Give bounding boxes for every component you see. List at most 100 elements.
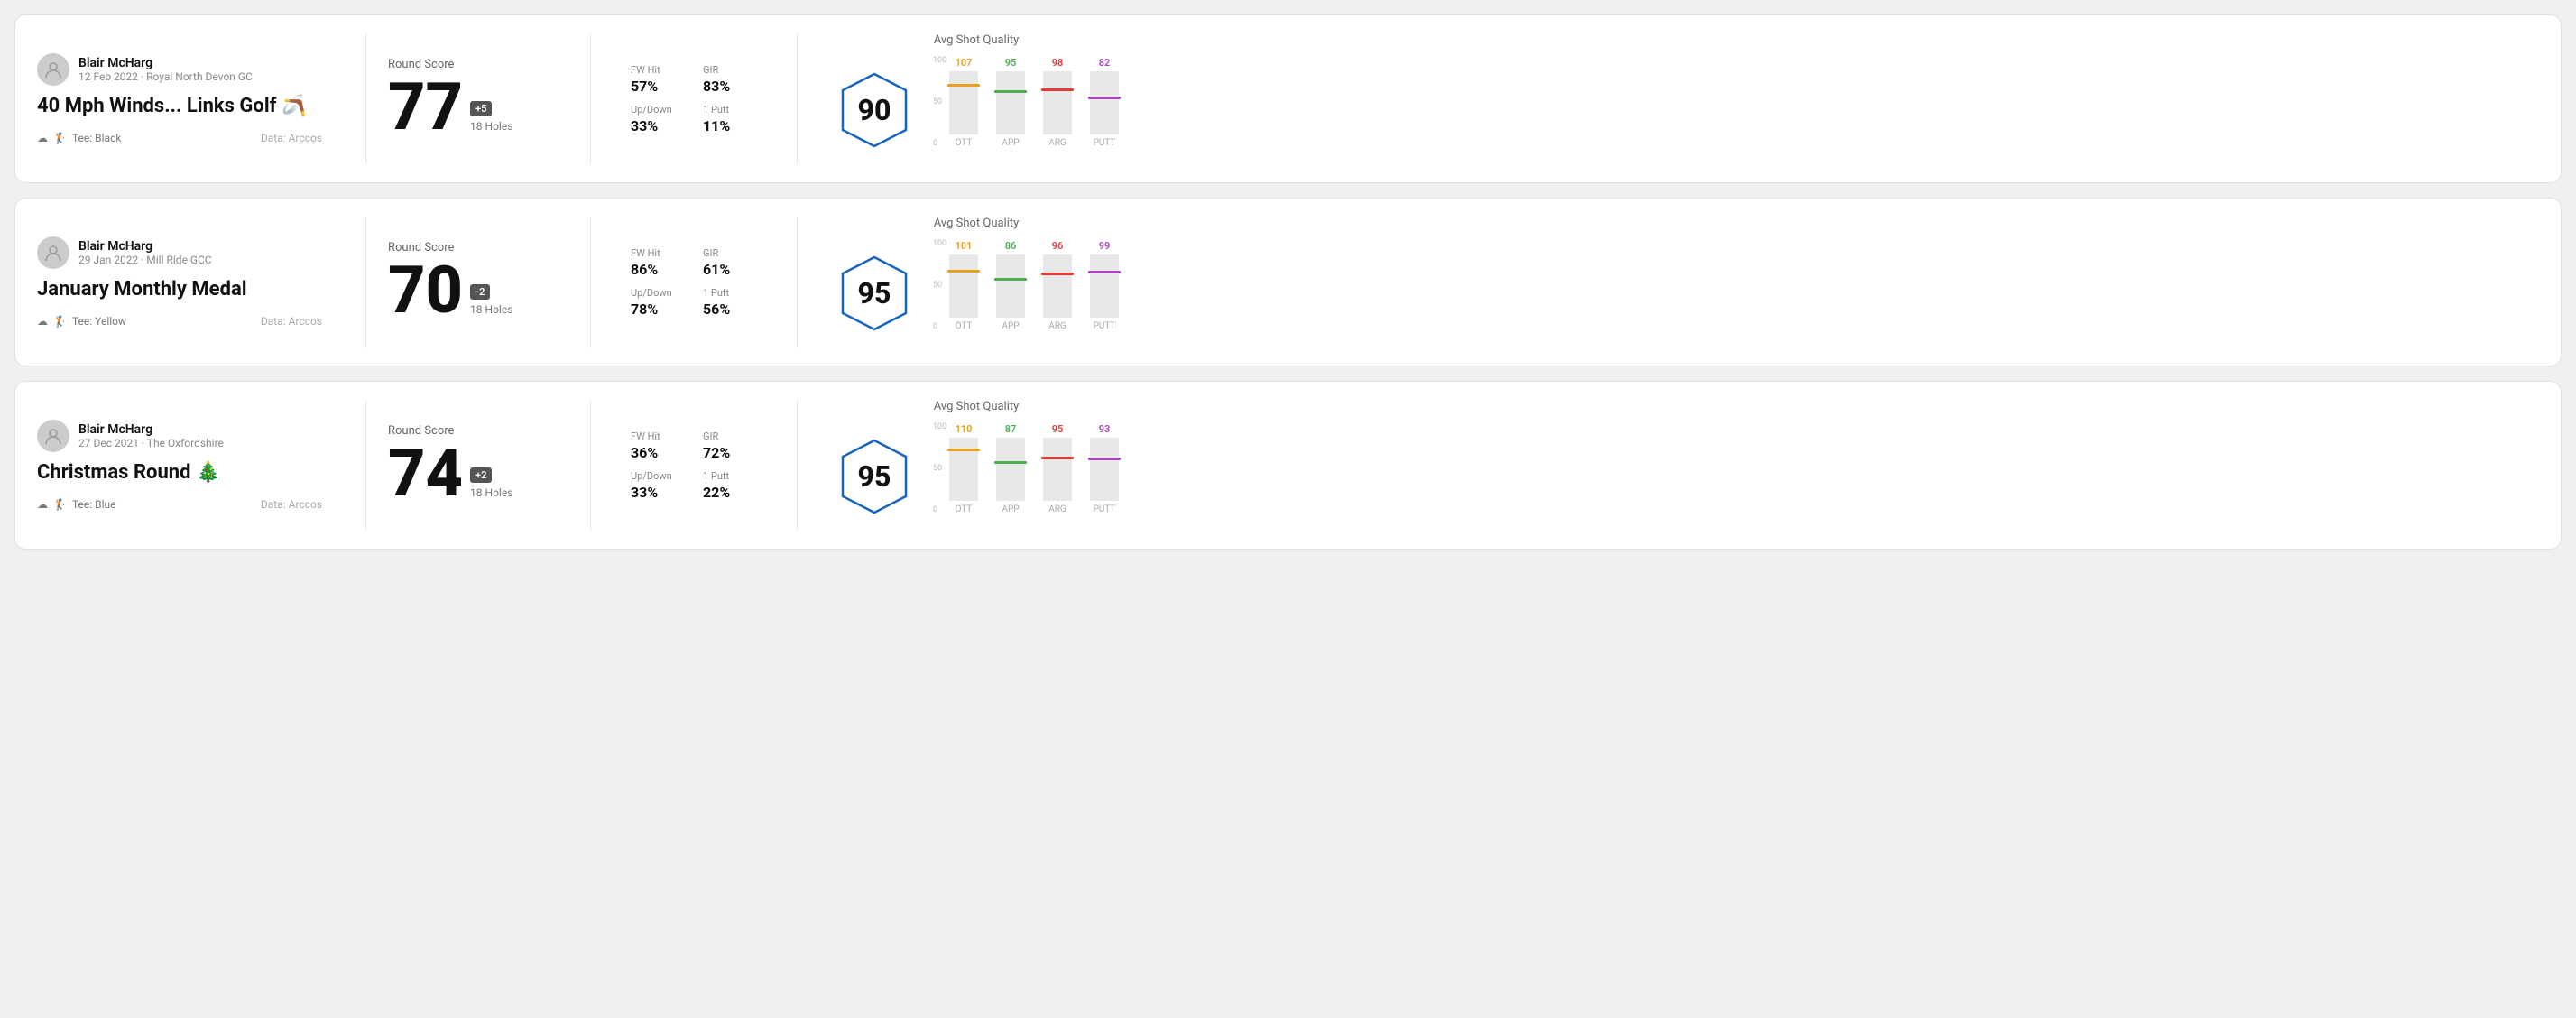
card-stats: FW Hit 86% GIR 61% Up/Down 78% 1 Putt 56… [613, 247, 775, 318]
stat-updown: Up/Down 78% [631, 287, 685, 318]
tee-info: ☁ 🏌 Tee: Yellow [37, 315, 126, 328]
gir-value: 61% [703, 261, 757, 278]
updown-label: Up/Down [631, 470, 685, 482]
gir-label: GIR [703, 64, 757, 76]
user-date: 12 Feb 2022 · Royal North Devon GC [78, 70, 253, 83]
score-number: 70 [388, 258, 463, 323]
data-source: Data: Arccos [261, 132, 322, 144]
stat-oneputt: 1 Putt 22% [703, 470, 757, 501]
cloud-icon: ☁ [37, 132, 48, 144]
user-name: Blair McHarg [78, 239, 212, 254]
bar-col-putt: 93 PUTT [1090, 423, 1119, 514]
bar-col-arg: 95 ARG [1043, 423, 1072, 514]
bar-col-ott: 110 OTT [949, 423, 978, 514]
bar-chart: 100 50 0 110 OTT 87 [933, 422, 1119, 531]
score-badge-col: -2 18 Holes [470, 284, 512, 316]
updown-label: Up/Down [631, 104, 685, 116]
score-badge: +2 [470, 467, 492, 483]
card-left: Blair McHarg 29 Jan 2022 · Mill Ride GCC… [37, 236, 344, 327]
divider-1 [365, 217, 366, 347]
stat-gir: GIR 83% [703, 64, 757, 95]
fw-hit-value: 36% [631, 444, 685, 461]
fw-hit-label: FW Hit [631, 64, 685, 76]
user-name: Blair McHarg [78, 422, 224, 437]
card-left: Blair McHarg 27 Dec 2021 · The Oxfordshi… [37, 420, 344, 510]
card-quality: Avg Shot Quality 90 100 50 0 [819, 33, 2539, 164]
user-info: Blair McHarg 27 Dec 2021 · The Oxfordshi… [78, 422, 224, 449]
score-number: 74 [388, 441, 463, 506]
score-badge-col: +5 18 Holes [470, 101, 512, 133]
score-number: 77 [388, 75, 463, 140]
tee-label: Tee: Yellow [72, 315, 126, 328]
bar-col-ott: 101 OTT [949, 240, 978, 331]
updown-value: 78% [631, 301, 685, 318]
fw-hit-value: 86% [631, 261, 685, 278]
score-badge: +5 [470, 101, 492, 116]
bar-chart: 100 50 0 107 OTT 95 [933, 56, 1119, 164]
hexagon-container: Avg Shot Quality 90 100 50 0 [834, 33, 1119, 164]
hexagon-container: Avg Shot Quality 95 100 50 0 [834, 400, 1119, 531]
divider-2 [590, 217, 591, 347]
hexagon: 95 [834, 253, 915, 334]
score-main: 77 +5 18 Holes [388, 75, 568, 140]
stats-grid: FW Hit 86% GIR 61% Up/Down 78% 1 Putt 56… [631, 247, 757, 318]
user-row: Blair McHarg 29 Jan 2022 · Mill Ride GCC [37, 236, 322, 269]
fw-hit-value: 57% [631, 78, 685, 95]
gir-value: 83% [703, 78, 757, 95]
avatar [37, 236, 69, 269]
card-quality: Avg Shot Quality 95 100 50 0 [819, 217, 2539, 347]
card-score: Round Score 77 +5 18 Holes [388, 58, 568, 140]
stats-grid: FW Hit 57% GIR 83% Up/Down 33% 1 Putt 11… [631, 64, 757, 134]
tee-info: ☁ 🏌 Tee: Blue [37, 498, 116, 511]
cloud-icon: ☁ [37, 315, 48, 328]
stat-gir: GIR 61% [703, 247, 757, 278]
avatar [37, 420, 69, 452]
golf-icon: 🏌 [53, 498, 67, 511]
fw-hit-label: FW Hit [631, 430, 685, 442]
bar-col-app: 87 APP [996, 423, 1025, 514]
bar-col-arg: 98 ARG [1043, 57, 1072, 148]
avatar [37, 53, 69, 86]
card-left: Blair McHarg 12 Feb 2022 · Royal North D… [37, 53, 344, 143]
divider-2 [590, 400, 591, 531]
oneputt-label: 1 Putt [703, 470, 757, 482]
card-stats: FW Hit 57% GIR 83% Up/Down 33% 1 Putt 11… [613, 64, 775, 134]
bar-col-putt: 82 PUTT [1090, 57, 1119, 148]
round-title: 40 Mph Winds... Links Golf 🪃 [37, 95, 322, 118]
footer-row: ☁ 🏌 Tee: Blue Data: Arccos [37, 498, 322, 511]
bar-col-app: 95 APP [996, 57, 1025, 148]
divider-1 [365, 400, 366, 531]
golf-icon: 🏌 [53, 132, 67, 144]
score-main: 70 -2 18 Holes [388, 258, 568, 323]
footer-row: ☁ 🏌 Tee: Yellow Data: Arccos [37, 315, 322, 328]
bar-chart: 100 50 0 101 OTT 86 [933, 239, 1119, 347]
footer-row: ☁ 🏌 Tee: Black Data: Arccos [37, 132, 322, 144]
user-info: Blair McHarg 12 Feb 2022 · Royal North D… [78, 56, 253, 83]
user-info: Blair McHarg 29 Jan 2022 · Mill Ride GCC [78, 239, 212, 266]
score-holes: 18 Holes [470, 120, 512, 133]
cloud-icon: ☁ [37, 498, 48, 511]
stat-fw-hit: FW Hit 86% [631, 247, 685, 278]
bar-col-app: 86 APP [996, 240, 1025, 331]
divider-1 [365, 33, 366, 164]
score-holes: 18 Holes [470, 303, 512, 316]
quality-label: Avg Shot Quality [934, 400, 1020, 413]
gir-label: GIR [703, 430, 757, 442]
oneputt-label: 1 Putt [703, 104, 757, 116]
card-score: Round Score 70 -2 18 Holes [388, 241, 568, 323]
round-title: Christmas Round 🎄 [37, 461, 322, 485]
hexagon-score: 90 [858, 93, 891, 127]
fw-hit-label: FW Hit [631, 247, 685, 259]
card-quality: Avg Shot Quality 95 100 50 0 [819, 400, 2539, 531]
stat-updown: Up/Down 33% [631, 104, 685, 134]
updown-value: 33% [631, 484, 685, 501]
score-badge-col: +2 18 Holes [470, 467, 512, 499]
quality-label: Avg Shot Quality [934, 33, 1020, 47]
score-holes: 18 Holes [470, 486, 512, 499]
tee-label: Tee: Blue [72, 498, 116, 511]
round-title: January Monthly Medal [37, 278, 322, 301]
quality-label: Avg Shot Quality [934, 217, 1020, 230]
divider-3 [797, 217, 798, 347]
round-card: Blair McHarg 27 Dec 2021 · The Oxfordshi… [14, 381, 2562, 550]
round-card: Blair McHarg 29 Jan 2022 · Mill Ride GCC… [14, 198, 2562, 366]
